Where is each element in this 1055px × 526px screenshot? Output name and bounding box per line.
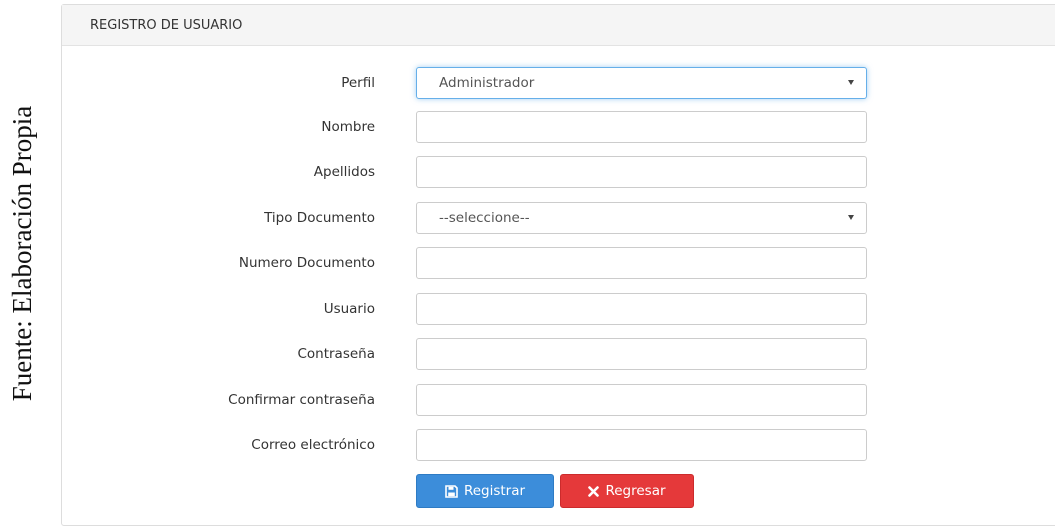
registration-panel: REGISTRO DE USUARIO Perfil Administrador… bbox=[61, 4, 1055, 526]
form-row-correo: Correo electrónico bbox=[62, 429, 1055, 461]
perfil-select-value: Administrador bbox=[439, 75, 535, 91]
confirmar-contrasena-input[interactable] bbox=[416, 384, 867, 416]
tipo-documento-label: Tipo Documento bbox=[264, 210, 375, 226]
registrar-button[interactable]: Registrar bbox=[416, 474, 554, 508]
numero-documento-input[interactable] bbox=[416, 247, 867, 279]
figure-caption: Fuente: Elaboración Propia bbox=[0, 0, 46, 506]
regresar-button[interactable]: Regresar bbox=[560, 474, 694, 508]
registrar-button-label: Registrar bbox=[463, 483, 526, 499]
contrasena-input[interactable] bbox=[416, 338, 867, 370]
form-row-numero-documento: Numero Documento bbox=[62, 247, 1055, 279]
perfil-select[interactable]: Administrador bbox=[416, 67, 867, 99]
floppy-disk-icon bbox=[445, 484, 458, 498]
apellidos-label: Apellidos bbox=[313, 164, 375, 180]
confirmar-contrasena-label: Confirmar contraseña bbox=[228, 392, 375, 408]
chevron-down-icon bbox=[848, 215, 854, 220]
form-row-usuario: Usuario bbox=[62, 293, 1055, 325]
correo-input[interactable] bbox=[416, 429, 867, 461]
nombre-input[interactable] bbox=[416, 111, 867, 143]
form-row-contrasena: Contraseña bbox=[62, 338, 1055, 370]
form-row-perfil: Perfil Administrador bbox=[62, 67, 1055, 99]
usuario-label: Usuario bbox=[323, 301, 375, 317]
form-row-tipo-documento: Tipo Documento --seleccione-- bbox=[62, 202, 1055, 234]
caption-text: Fuente: Elaboración Propia bbox=[7, 105, 38, 401]
regresar-button-label: Regresar bbox=[605, 483, 666, 499]
apellidos-input[interactable] bbox=[416, 156, 867, 188]
numero-documento-label: Numero Documento bbox=[238, 255, 375, 271]
tipo-documento-select-value: --seleccione-- bbox=[439, 210, 530, 226]
perfil-label: Perfil bbox=[341, 75, 375, 91]
panel-title: REGISTRO DE USUARIO bbox=[62, 5, 1055, 46]
nombre-label: Nombre bbox=[321, 119, 375, 135]
chevron-down-icon bbox=[848, 80, 854, 85]
form-actions: Registrar Regresar bbox=[62, 474, 1055, 508]
form-row-nombre: Nombre bbox=[62, 111, 1055, 143]
usuario-input[interactable] bbox=[416, 293, 867, 325]
contrasena-label: Contraseña bbox=[297, 346, 375, 362]
correo-label: Correo electrónico bbox=[251, 437, 375, 453]
form-row-confirmar-contrasena: Confirmar contraseña bbox=[62, 384, 1055, 416]
form-row-apellidos: Apellidos bbox=[62, 156, 1055, 188]
tipo-documento-select[interactable]: --seleccione-- bbox=[416, 202, 867, 234]
close-icon bbox=[588, 485, 600, 497]
